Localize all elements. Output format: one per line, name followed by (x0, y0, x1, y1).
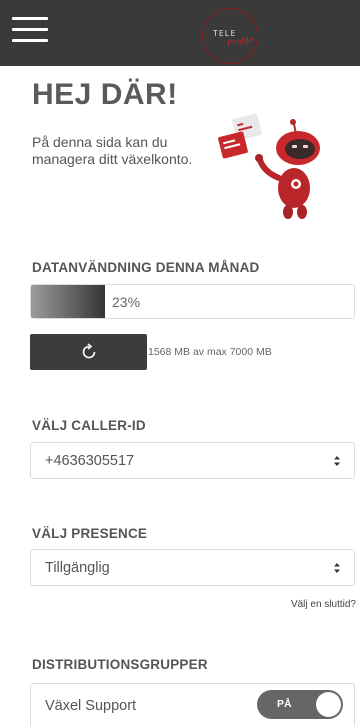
data-usage-progress-bar: 23% (30, 284, 355, 319)
hamburger-menu-icon[interactable] (12, 16, 48, 44)
caller-id-title: VÄLJ CALLER-ID (32, 418, 146, 433)
toggle-label: PÅ (277, 698, 292, 710)
data-usage-amount: 1568 MB av max 7000 MB (148, 346, 272, 358)
toggle-knob (316, 692, 341, 717)
select-arrows-icon (334, 456, 340, 466)
caller-id-selected-value: +4636305517 (45, 453, 135, 469)
page-title: HEJ DÄR! (32, 78, 178, 111)
presence-title: VÄLJ PRESENCE (32, 526, 148, 541)
app-logo[interactable]: TELE Profile (202, 8, 258, 64)
distribution-group-label: Växel Support (45, 698, 137, 714)
refresh-usage-button[interactable] (30, 334, 147, 370)
top-app-bar: TELE Profile (0, 0, 360, 66)
robot-chat-illustration-icon (218, 113, 320, 219)
caller-id-select[interactable]: +4636305517 (30, 442, 355, 479)
distribution-group-row: Växel Support PÅ (30, 683, 355, 726)
choose-end-time-link[interactable]: Välj en sluttid? (291, 599, 356, 610)
intro-text: På denna sida kan du managera ditt växel… (32, 134, 193, 167)
presence-select[interactable]: Tillgänglig (30, 549, 355, 586)
data-usage-progress-fill (31, 285, 106, 318)
presence-selected-value: Tillgänglig (45, 560, 110, 576)
logo-text: TELE (213, 29, 237, 38)
data-usage-percent: 23% (112, 294, 141, 310)
distribution-group-toggle[interactable]: PÅ (257, 690, 343, 719)
select-arrows-icon (334, 563, 340, 573)
refresh-icon (82, 343, 96, 359)
data-usage-title: DATANVÄNDNING DENNA MÅNAD (32, 260, 260, 275)
distribution-groups-title: DISTRIBUTIONSGRUPPER (32, 657, 208, 672)
